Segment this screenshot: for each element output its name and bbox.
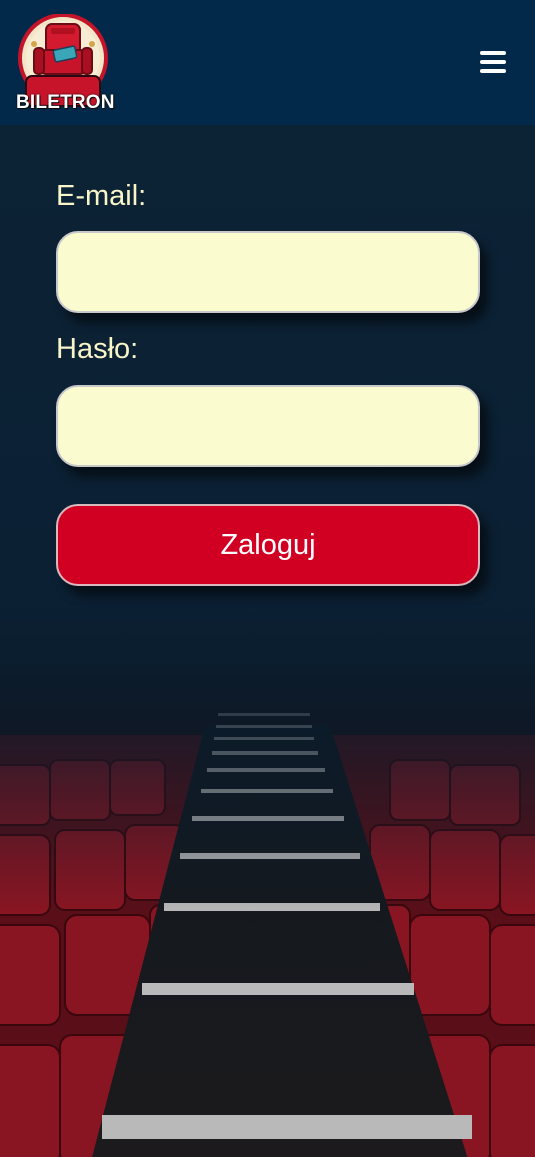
login-page: E-mail: Hasło: Zaloguj bbox=[0, 125, 535, 1157]
logo-text: BILETRON bbox=[16, 92, 115, 113]
login-button[interactable]: Zaloguj bbox=[56, 504, 480, 586]
email-input[interactable] bbox=[56, 231, 480, 313]
hamburger-menu-icon-bar bbox=[480, 60, 506, 64]
biletron-logo[interactable]: BILETRON bbox=[16, 14, 115, 113]
password-input[interactable] bbox=[56, 385, 480, 467]
cinema-seats-background-image bbox=[0, 665, 535, 1157]
hamburger-menu-icon-bar bbox=[480, 69, 506, 73]
email-label: E-mail: bbox=[56, 180, 147, 212]
hamburger-menu-icon bbox=[480, 51, 506, 55]
password-label: Hasło: bbox=[56, 333, 139, 365]
hamburger-menu-button[interactable] bbox=[477, 50, 509, 76]
app-header: BILETRON bbox=[0, 0, 535, 125]
